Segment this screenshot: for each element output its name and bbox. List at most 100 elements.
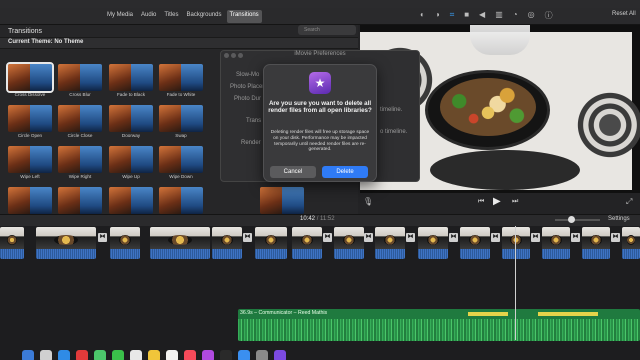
transition-thumb-fade-to-white[interactable] [159,64,203,91]
transition-label: Fade to White [166,92,196,97]
transition-thumb[interactable] [260,187,304,214]
safari-icon[interactable] [58,350,70,360]
video-clip[interactable] [622,227,640,259]
transition-thumb-swap[interactable] [159,105,203,132]
zoom-slider-knob[interactable] [568,216,575,223]
podcasts-icon[interactable] [202,350,214,360]
audio-waveform [238,319,640,341]
cancel-button[interactable]: Cancel [270,166,316,178]
transition-thumb[interactable] [8,187,52,214]
video-clip[interactable] [375,227,405,259]
video-clip[interactable] [110,227,140,259]
tab-transitions[interactable]: Transitions [226,10,262,23]
notes-icon[interactable] [148,350,160,360]
media-tabs: My Media Audio Titles Backgrounds Transi… [104,10,262,23]
tab-my-media[interactable]: My Media [104,10,136,23]
video-clip[interactable] [36,227,96,259]
playhead[interactable] [515,226,516,340]
imovie-app-icon: ★ [309,72,331,94]
fullscreen-icon[interactable]: ⤢ [626,197,632,207]
adjustment-tools: ◐ ◑ ⌗ ■ ◀ ▥ ◔ ◎ ⓘ [420,10,553,21]
transition-thumb-circle-close[interactable] [58,105,102,132]
transition-thumb-doorway[interactable] [109,105,153,132]
chrome-icon[interactable] [76,350,88,360]
zoom-slider-track[interactable] [555,219,600,221]
video-clip[interactable] [418,227,448,259]
transition-thumb-wipe-right[interactable] [58,146,102,173]
search-input[interactable]: Search [298,25,356,35]
info-icon[interactable]: ⓘ [545,10,553,21]
color-correction-icon[interactable]: ◑ [435,10,440,21]
skip-forward-icon[interactable]: ⏭ [512,198,518,206]
skip-back-icon[interactable]: ⏮ [478,198,484,206]
transition-marker-icon[interactable]: ⧓ [571,233,580,242]
dock [16,350,624,360]
transition-marker-icon[interactable]: ⧓ [531,233,540,242]
messages-icon[interactable] [94,350,106,360]
transition-marker-icon[interactable]: ⧓ [611,233,620,242]
launchpad-icon[interactable] [40,350,52,360]
app-store-icon[interactable] [238,350,250,360]
transition-thumb-cross-dissolve[interactable] [6,62,54,93]
transition-marker-icon[interactable]: ⧓ [449,233,458,242]
tab-backgrounds[interactable]: Backgrounds [184,10,225,23]
transition-marker-icon[interactable]: ⧓ [364,233,373,242]
video-clip[interactable] [150,227,210,259]
speed-icon[interactable]: ◔ [513,10,518,21]
transition-thumb-fade-to-black[interactable] [109,64,153,91]
transition-thumb[interactable] [109,187,153,214]
video-clip[interactable] [292,227,322,259]
transition-thumb[interactable] [58,187,102,214]
tab-audio[interactable]: Audio [138,10,159,23]
settings-icon[interactable] [256,350,268,360]
transition-marker-icon[interactable]: ⧓ [98,233,107,242]
tv-icon[interactable] [220,350,232,360]
stabilization-icon[interactable]: ■ [464,10,469,21]
reset-all-button[interactable]: Reset All [612,11,636,17]
facetime-icon[interactable] [112,350,124,360]
current-time: 10:42 [300,216,316,222]
transition-thumb-cross-blur[interactable] [58,64,102,91]
transition-marker-icon[interactable]: ⧓ [406,233,415,242]
delete-button[interactable]: Delete [322,166,368,178]
volume-icon[interactable]: ◀ [479,10,485,21]
transition-thumb-wipe-up[interactable] [109,146,153,173]
video-clip[interactable] [502,227,530,259]
reminders-icon[interactable] [166,350,178,360]
video-clip[interactable] [460,227,490,259]
transition-label: Wipe Down [169,174,193,179]
transition-marker-icon[interactable]: ⧓ [491,233,500,242]
video-clip[interactable] [0,227,24,259]
crop-icon[interactable]: ⌗ [450,10,455,21]
transition-thumb-wipe-down[interactable] [159,146,203,173]
timeline-settings-button[interactable]: Settings [608,216,630,222]
timecode: 10:42 / 11:52 [300,216,335,222]
finder-icon[interactable] [22,350,34,360]
color-balance-icon[interactable]: ◐ [420,10,425,21]
imovie-icon[interactable] [274,350,286,360]
filter-icon[interactable]: ◎ [528,10,535,21]
tab-titles[interactable]: Titles [161,10,181,23]
prefs-label: o timeline. [380,129,408,135]
stove-base-image [430,150,580,190]
music-icon[interactable] [184,350,196,360]
theme-label: Current Theme: No Theme [8,39,84,45]
preferences-title: iMovie Preferences [294,51,346,57]
video-clip[interactable] [334,227,364,259]
video-clip[interactable] [255,227,287,259]
transition-marker-icon[interactable]: ⧓ [243,233,252,242]
calendar-icon[interactable] [130,350,142,360]
transition-thumb-wipe-left[interactable] [8,146,52,173]
video-clip[interactable] [582,227,610,259]
stove-burner-image [570,90,640,160]
transition-marker-icon[interactable]: ⧓ [323,233,332,242]
noise-reduction-icon[interactable]: ▥ [495,10,503,21]
play-icon[interactable]: ▶ [493,196,501,207]
video-clip[interactable] [212,227,242,259]
prefs-label: Photo Placem [230,84,268,90]
transition-thumb-circle-open[interactable] [8,105,52,132]
audio-peak-marker [538,312,598,316]
transition-thumb[interactable] [159,187,203,214]
video-clip[interactable] [542,227,570,259]
microphone-icon[interactable]: 🎙 [363,197,373,206]
